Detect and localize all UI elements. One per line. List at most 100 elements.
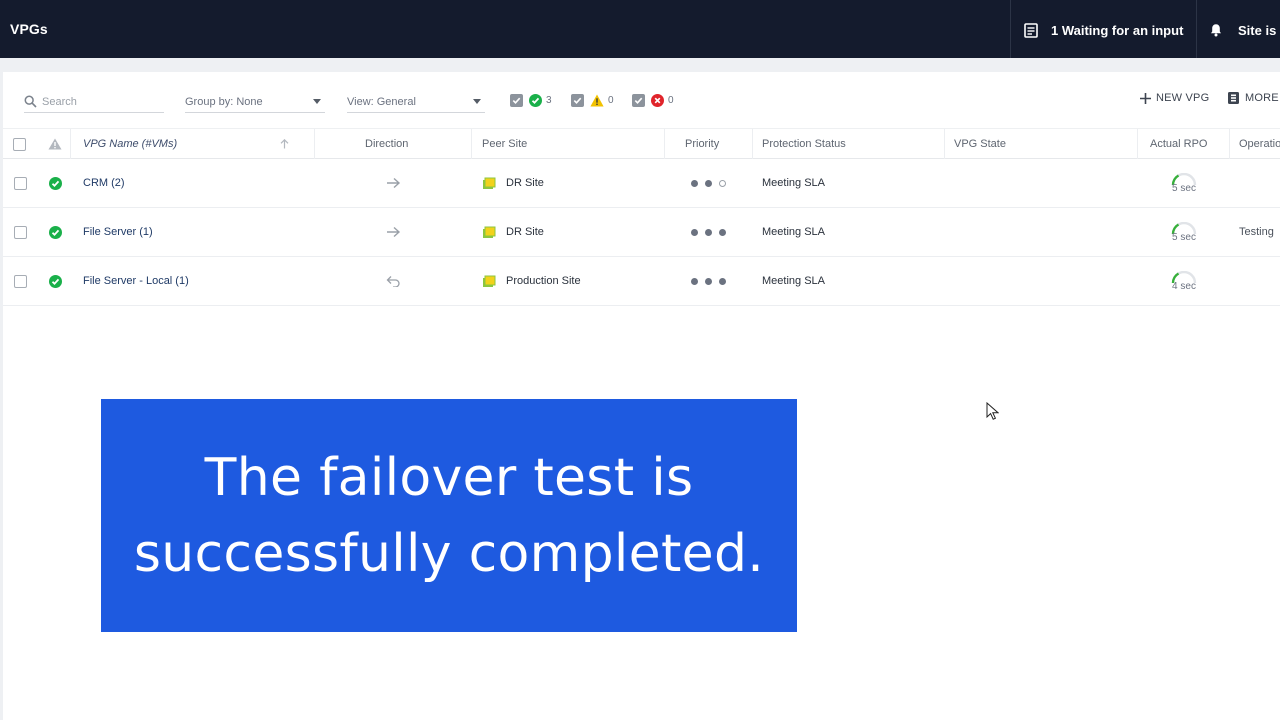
search-input[interactable]: Search bbox=[24, 91, 164, 113]
more-button[interactable]: MORE bbox=[1228, 90, 1279, 106]
tasks-icon bbox=[1024, 22, 1038, 38]
column-divider bbox=[752, 129, 753, 159]
priority-dot bbox=[719, 277, 726, 285]
column-divider bbox=[314, 129, 315, 159]
waiting-label: 1 Waiting for an input bbox=[1051, 22, 1184, 38]
more-menu-icon bbox=[1228, 92, 1239, 104]
filter-checkbox[interactable] bbox=[632, 93, 645, 107]
column-divider bbox=[1137, 129, 1138, 159]
vpg-name-link[interactable]: File Server - Local (1) bbox=[83, 257, 189, 305]
alert-triangle-icon bbox=[48, 138, 62, 150]
column-header-priority[interactable]: Priority bbox=[685, 129, 719, 159]
top-separator bbox=[0, 58, 1280, 72]
view-dropdown[interactable]: View: General bbox=[347, 91, 485, 113]
direction-local-return-icon bbox=[386, 257, 401, 305]
checkbox[interactable] bbox=[14, 176, 27, 190]
check-icon bbox=[512, 97, 521, 104]
peer-site-name: DR Site bbox=[506, 226, 544, 238]
table-row[interactable]: CRM (2) DR Site Meeting SLA 5 sec bbox=[3, 159, 1280, 208]
checkbox[interactable] bbox=[13, 137, 26, 151]
column-header-vpg-state[interactable]: VPG State bbox=[954, 129, 1006, 159]
caption-banner: The failover test is successfully comple… bbox=[101, 399, 797, 632]
table-header: VPG Name (#VMs) Direction Peer Site Prio… bbox=[3, 128, 1280, 159]
column-divider bbox=[1229, 129, 1230, 159]
top-bar: VPGs 1 Waiting for an input Site is bbox=[0, 0, 1280, 58]
select-all-checkbox[interactable] bbox=[13, 129, 26, 159]
group-by-value: Group by: None bbox=[185, 95, 263, 108]
table-row[interactable]: File Server - Local (1) Production Site … bbox=[3, 257, 1280, 306]
ok-status-icon bbox=[529, 93, 542, 107]
topbar-divider bbox=[1196, 0, 1197, 58]
filter-warning[interactable]: 0 bbox=[571, 92, 614, 108]
ok-status-icon bbox=[49, 159, 62, 207]
warning-status-icon bbox=[590, 94, 604, 106]
waiting-for-input-button[interactable]: 1 Waiting for an input bbox=[1024, 20, 1183, 40]
alert-column-header[interactable] bbox=[48, 129, 62, 159]
new-vpg-button[interactable]: NEW VPG bbox=[1139, 90, 1209, 106]
actual-rpo: 5 sec bbox=[1164, 208, 1204, 256]
chevron-down-icon bbox=[313, 99, 321, 104]
more-label: MORE bbox=[1245, 92, 1279, 104]
sort-arrow-up-icon[interactable] bbox=[280, 129, 289, 159]
filter-checkbox[interactable] bbox=[510, 93, 523, 107]
site-icon bbox=[482, 159, 496, 207]
column-header-protection-status[interactable]: Protection Status bbox=[762, 129, 846, 159]
peer-site-name: DR Site bbox=[506, 177, 544, 189]
vpg-name-link[interactable]: CRM (2) bbox=[83, 159, 125, 207]
actual-rpo: 4 sec bbox=[1164, 257, 1204, 305]
direction-arrow-right-icon bbox=[386, 208, 401, 256]
site-icon bbox=[482, 257, 496, 305]
row-checkbox[interactable] bbox=[14, 257, 27, 305]
filter-warning-count: 0 bbox=[608, 94, 614, 106]
page-title: VPGs bbox=[10, 21, 48, 37]
error-status-icon bbox=[651, 93, 664, 107]
filter-error[interactable]: 0 bbox=[632, 92, 674, 108]
peer-site-name: Production Site bbox=[506, 275, 581, 287]
priority-dot bbox=[705, 179, 712, 187]
filter-ok-count: 3 bbox=[546, 94, 552, 106]
bell-icon bbox=[1211, 24, 1221, 37]
check-icon bbox=[573, 97, 582, 104]
table-row[interactable]: File Server (1) DR Site Meeting SLA 5 se… bbox=[3, 208, 1280, 257]
site-status-label: Site is bbox=[1238, 22, 1277, 38]
column-header-name[interactable]: VPG Name (#VMs) bbox=[83, 129, 177, 159]
ok-status-icon bbox=[49, 208, 62, 256]
toolbar: Search Group by: None View: General 3 0 bbox=[0, 72, 1280, 128]
view-value: View: General bbox=[347, 95, 416, 108]
priority-indicator bbox=[691, 257, 733, 305]
protection-status: Meeting SLA bbox=[762, 226, 825, 238]
column-divider bbox=[944, 129, 945, 159]
filter-ok[interactable]: 3 bbox=[510, 92, 552, 108]
protection-status: Meeting SLA bbox=[762, 275, 825, 287]
priority-dot bbox=[719, 228, 726, 236]
column-divider bbox=[471, 129, 472, 159]
row-checkbox[interactable] bbox=[14, 208, 27, 256]
group-by-dropdown[interactable]: Group by: None bbox=[185, 91, 325, 113]
site-status-button[interactable]: Site is bbox=[1210, 20, 1276, 40]
row-checkbox[interactable] bbox=[14, 159, 27, 207]
search-icon bbox=[24, 95, 37, 108]
plus-icon bbox=[1140, 92, 1151, 104]
column-header-actual-rpo[interactable]: Actual RPO bbox=[1150, 129, 1207, 159]
priority-indicator bbox=[691, 159, 733, 207]
ok-status-icon bbox=[49, 257, 62, 305]
priority-dot bbox=[691, 179, 698, 187]
search-placeholder: Search bbox=[42, 95, 77, 108]
operation-status: Testing bbox=[1239, 226, 1274, 238]
vpg-name-link[interactable]: File Server (1) bbox=[83, 208, 153, 256]
check-icon bbox=[634, 97, 643, 104]
chevron-down-icon bbox=[473, 99, 481, 104]
protection-status: Meeting SLA bbox=[762, 177, 825, 189]
column-header-peer-site[interactable]: Peer Site bbox=[482, 129, 527, 159]
new-vpg-label: NEW VPG bbox=[1156, 92, 1210, 104]
checkbox[interactable] bbox=[14, 274, 27, 288]
checkbox[interactable] bbox=[14, 225, 27, 239]
priority-indicator bbox=[691, 208, 733, 256]
filter-checkbox[interactable] bbox=[571, 93, 584, 107]
filter-error-count: 0 bbox=[668, 94, 674, 106]
actual-rpo: 5 sec bbox=[1164, 159, 1204, 207]
topbar-divider bbox=[1010, 0, 1011, 58]
column-header-operation[interactable]: Operatio bbox=[1239, 129, 1280, 159]
column-header-direction[interactable]: Direction bbox=[365, 129, 408, 159]
rpo-value: 4 sec bbox=[1172, 280, 1196, 292]
